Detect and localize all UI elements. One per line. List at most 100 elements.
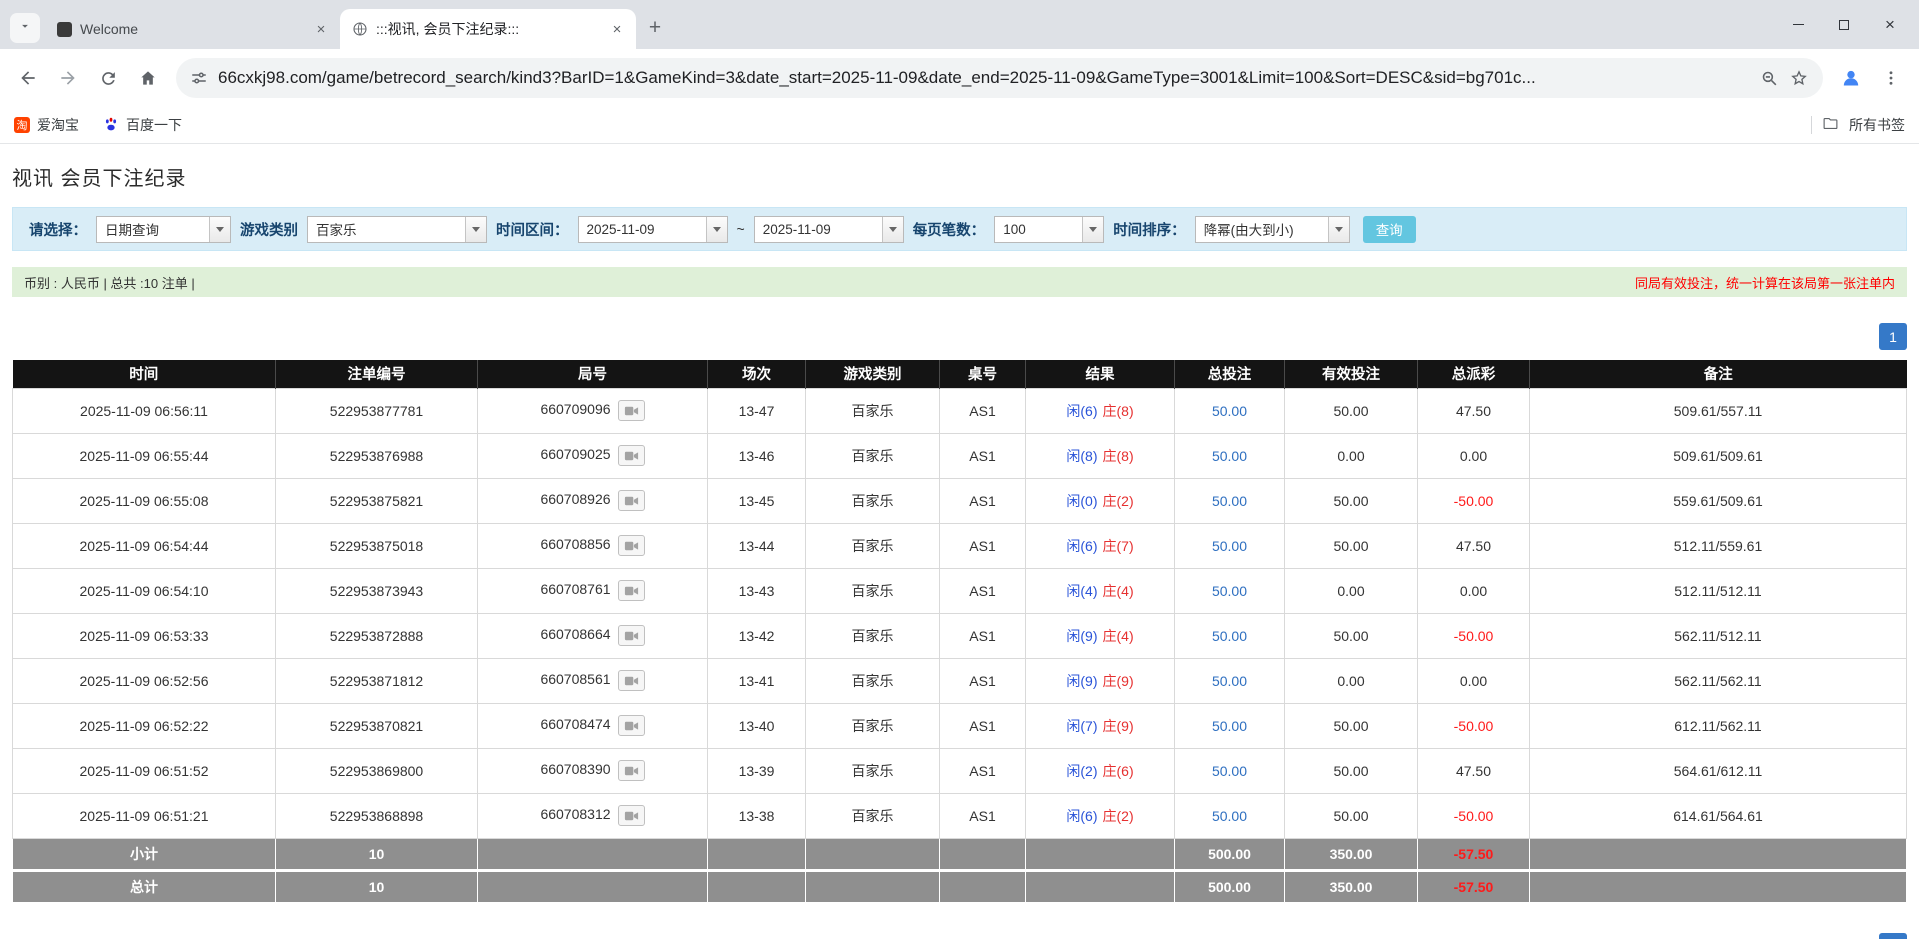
date-end-input[interactable]: 2025-11-09 [754,216,904,243]
all-bookmarks[interactable]: 所有书签 [1811,115,1905,135]
video-replay-button[interactable] [618,670,645,691]
cell-total-bet[interactable]: 50.00 [1175,388,1285,433]
bookmark-aitaobao[interactable]: 淘 爱淘宝 [14,115,79,135]
cell-total-bet[interactable]: 50.00 [1175,568,1285,613]
video-replay-button[interactable] [618,715,645,736]
cell-table-no: AS1 [940,568,1026,613]
table-row: 2025-11-09 06:55:44 522953876988 6607090… [13,433,1907,478]
video-replay-button[interactable] [618,400,645,421]
bookmark-baidu[interactable]: 百度一下 [103,115,182,135]
chevron-down-icon[interactable] [882,217,903,242]
cell-game-type: 百家乐 [806,523,940,568]
date-start-input[interactable]: 2025-11-09 [578,216,728,243]
cell-round: 660708664 [478,613,708,658]
address-bar[interactable]: 66cxkj98.com/game/betrecord_search/kind3… [176,58,1823,98]
column-header-session: 场次 [708,360,806,388]
cell-total-bet[interactable]: 50.00 [1175,613,1285,658]
back-button[interactable] [10,60,46,96]
cell-bet-id: 522953873943 [276,568,478,613]
page-number-button[interactable]: 1 [1879,323,1907,350]
menu-icon[interactable] [1873,60,1909,96]
chevron-down-icon[interactable] [465,217,486,242]
sort-order-select[interactable]: 降幂(由大到小) [1195,216,1350,243]
column-header-total-bet: 总投注 [1175,360,1285,388]
cell-table-no: AS1 [940,478,1026,523]
tab-welcome[interactable]: Welcome × [44,9,340,49]
browser-toolbar: 66cxkj98.com/game/betrecord_search/kind3… [0,49,1919,107]
video-replay-button[interactable] [618,625,645,646]
new-tab-button[interactable]: + [640,13,670,43]
video-replay-button[interactable] [618,580,645,601]
result-banker: 庄(9) [1103,718,1134,734]
result-banker: 庄(8) [1103,448,1134,464]
cell-payout: 0.00 [1418,433,1530,478]
cell-round: 660709096 [478,388,708,433]
chevron-down-icon[interactable] [1082,217,1103,242]
cell-total-bet[interactable]: 50.00 [1175,748,1285,793]
date-range-tilde: ~ [737,221,745,237]
round-number: 660708390 [540,761,610,777]
round-number: 660708761 [540,581,610,597]
minimize-button[interactable] [1775,7,1821,43]
cell-total-bet[interactable]: 50.00 [1175,793,1285,838]
video-replay-button[interactable] [618,805,645,826]
cell-total-bet[interactable]: 50.00 [1175,703,1285,748]
search-button[interactable]: 查询 [1363,216,1416,243]
pagination-top: 1 [12,323,1907,350]
url-text[interactable]: 66cxkj98.com/game/betrecord_search/kind3… [218,68,1750,88]
cell-total-bet[interactable]: 50.00 [1175,433,1285,478]
close-tab-icon[interactable]: × [608,20,626,38]
filter-bar: 请选择： 日期查询 游戏类别 百家乐 时间区间： 2025-11-09 ~ 20… [12,207,1907,251]
chevron-down-icon[interactable] [1328,217,1349,242]
table-row: 2025-11-09 06:52:56 522953871812 6607085… [13,658,1907,703]
folder-icon [1822,115,1839,135]
page-number-button[interactable]: 1 [1879,933,1907,939]
chevron-down-icon[interactable] [209,217,230,242]
cell-total-bet[interactable]: 50.00 [1175,523,1285,568]
cell-note: 612.11/562.11 [1530,703,1907,748]
query-type-select[interactable]: 日期查询 [96,216,231,243]
cell-table-no: AS1 [940,433,1026,478]
result-player: 闲(9) [1066,673,1097,689]
home-button[interactable] [130,60,166,96]
table-summary: 小计 10 500.00 350.00 -57.50 总计 10 500.00 … [13,838,1907,902]
video-replay-button[interactable] [618,535,645,556]
close-window-button[interactable]: × [1867,7,1913,43]
table-row: 2025-11-09 06:51:21 522953868898 6607083… [13,793,1907,838]
page-size-select[interactable]: 100 [994,216,1104,243]
video-replay-button[interactable] [618,490,645,511]
tab-search-button[interactable] [10,13,40,43]
zoom-icon[interactable] [1760,69,1779,88]
subtotal-row: 小计 10 500.00 350.00 -57.50 [13,838,1907,870]
cell-time: 2025-11-09 06:55:08 [13,478,276,523]
chevron-down-icon[interactable] [706,217,727,242]
close-tab-icon[interactable]: × [312,20,330,38]
cell-note: 509.61/557.11 [1530,388,1907,433]
result-banker: 庄(8) [1103,403,1134,419]
forward-button[interactable] [50,60,86,96]
profile-icon[interactable] [1833,60,1869,96]
sort-order-value: 降幂(由大到小) [1196,217,1328,242]
cell-session: 13-45 [708,478,806,523]
site-info-icon[interactable] [190,69,208,87]
maximize-button[interactable] [1821,7,1867,43]
cell-total-bet[interactable]: 50.00 [1175,658,1285,703]
reload-button[interactable] [90,60,126,96]
video-replay-button[interactable] [618,445,645,466]
cell-note: 559.61/509.61 [1530,478,1907,523]
taobao-favicon-icon: 淘 [14,117,30,133]
result-banker: 庄(4) [1103,628,1134,644]
tab-betrecord[interactable]: :::视讯, 会员下注纪录::: × [340,9,636,49]
cell-valid-bet: 50.00 [1285,523,1418,568]
cell-round: 660708856 [478,523,708,568]
subtotal-label: 小计 [13,838,276,870]
cell-round: 660708761 [478,568,708,613]
cell-total-bet[interactable]: 50.00 [1175,478,1285,523]
video-replay-button[interactable] [618,760,645,781]
tab-title: Welcome [80,21,304,37]
bookmark-star-icon[interactable] [1789,68,1809,88]
cell-table-no: AS1 [940,388,1026,433]
cell-payout: 0.00 [1418,568,1530,613]
game-type-select[interactable]: 百家乐 [307,216,487,243]
query-type-value: 日期查询 [97,217,209,242]
